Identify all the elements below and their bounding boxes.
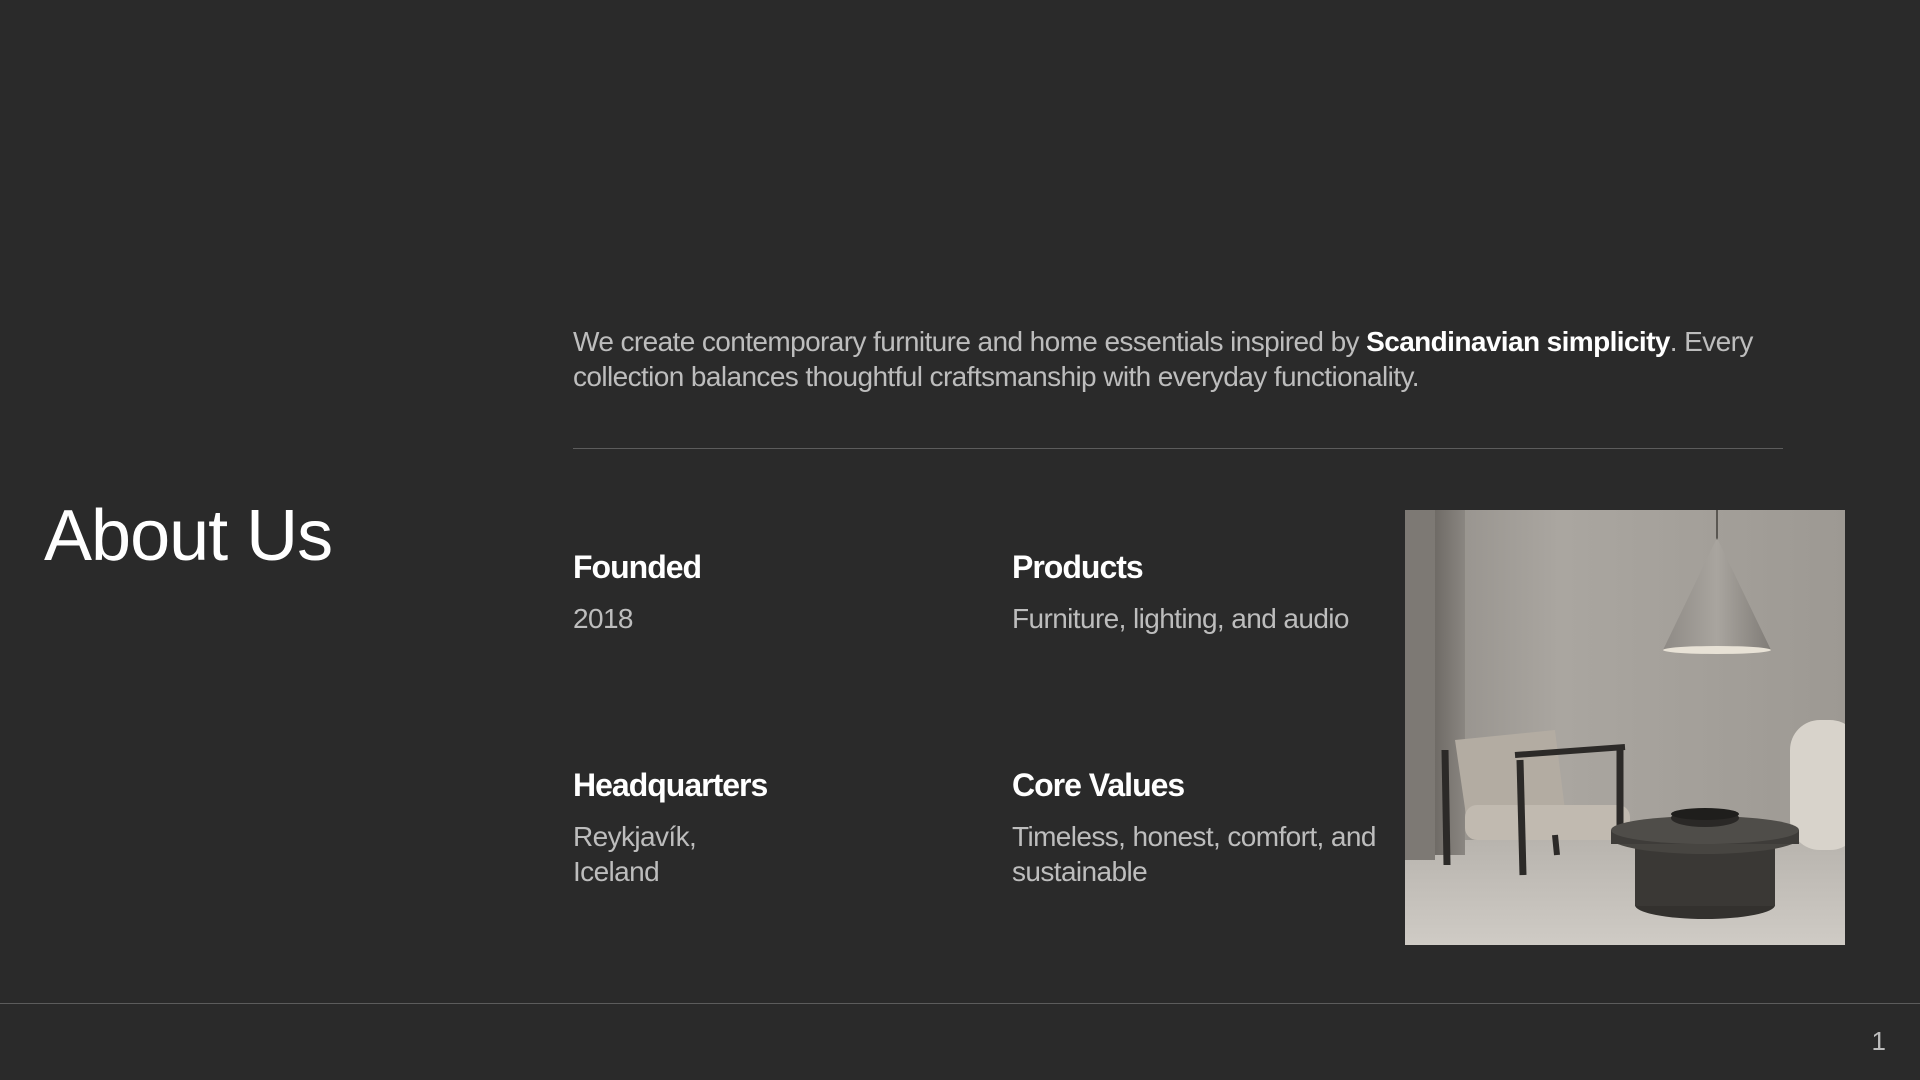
fact-label-headquarters: Headquarters bbox=[573, 767, 768, 803]
intro-emphasis: Scandinavian simplicity bbox=[1366, 326, 1670, 357]
intro-text-start: We create contemporary furniture and hom… bbox=[573, 326, 1367, 357]
fact-value-products: Furniture, lighting, and audio bbox=[1012, 603, 1350, 635]
fact-value-core-values: Timeless, honest, comfort, and sustainab… bbox=[1012, 821, 1376, 888]
interior-photo-icon bbox=[1405, 510, 1845, 945]
intro-divider bbox=[573, 448, 1783, 449]
fact-label-core-values: Core Values bbox=[1012, 767, 1185, 803]
fact-label-founded: Founded bbox=[573, 549, 702, 585]
fact-value-founded: 2018 bbox=[573, 603, 633, 635]
fact-core-values: Core Values Timeless, honest, comfort, a… bbox=[1012, 767, 1402, 889]
fact-products: Products Furniture, lighting, and audio bbox=[1012, 549, 1402, 636]
page-number: 1 bbox=[1871, 1026, 1886, 1056]
page-title: About Us bbox=[44, 496, 333, 576]
fact-founded: Founded 2018 bbox=[573, 549, 963, 636]
slide: About Us We create contemporary furnitur… bbox=[0, 0, 1920, 1080]
intro-paragraph: We create contemporary furniture and hom… bbox=[573, 324, 1783, 394]
footer-divider bbox=[0, 1003, 1920, 1004]
fact-value-headquarters: Reykjavík, Iceland bbox=[573, 821, 697, 888]
fact-headquarters: Headquarters Reykjavík, Iceland bbox=[573, 767, 773, 889]
fact-label-products: Products bbox=[1012, 549, 1144, 585]
